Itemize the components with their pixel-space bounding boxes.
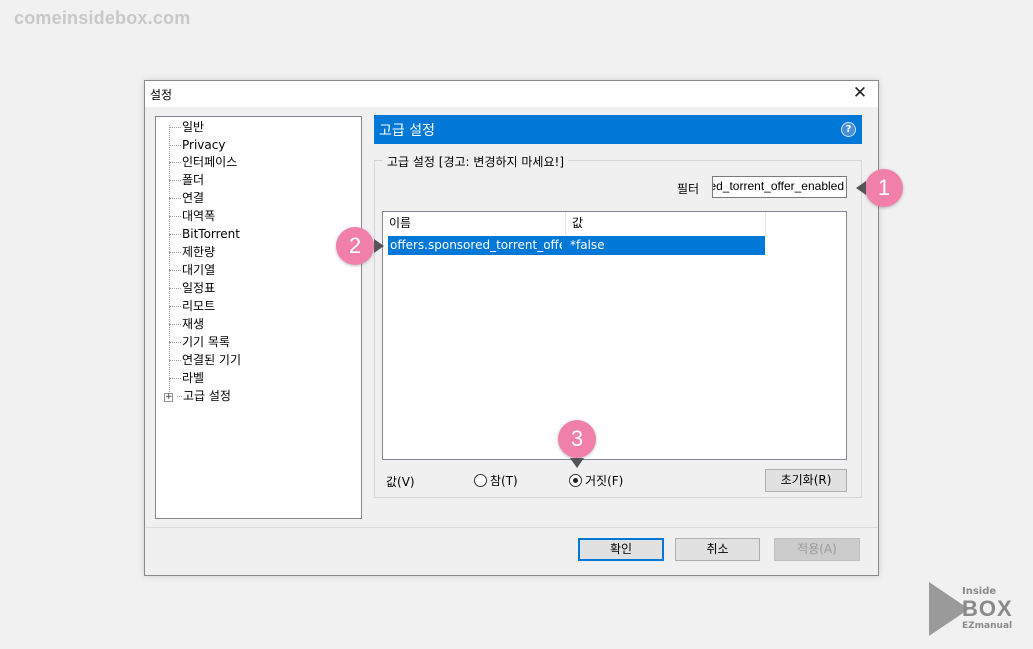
tree-connector [177, 396, 182, 397]
tree-item-label: 고급 설정 [183, 389, 231, 403]
cancel-button[interactable]: 취소 [675, 538, 760, 561]
tree-item-label: 대역폭 [182, 209, 216, 223]
badge-arrow [570, 458, 584, 468]
tree-item-paired-devices[interactable]: 연결된 기기 [169, 351, 241, 369]
insidebox-logo: Inside BOX EZmanual [929, 582, 1021, 637]
tree-connector [169, 288, 181, 289]
tree-item-queueing[interactable]: 대기열 [169, 261, 215, 279]
tree-item-general[interactable]: 일반 [169, 118, 204, 136]
apply-button[interactable]: 적용(A) [774, 538, 860, 561]
step-badge-3: 3 [558, 420, 596, 468]
tree-item-playback[interactable]: 재생 [169, 315, 204, 333]
reset-button[interactable]: 초기화(R) [765, 469, 847, 492]
filter-label: 필터 [677, 182, 700, 196]
step-badge-1: 1 [856, 169, 903, 207]
dialog-titlebar: 설정 ✕ [145, 81, 878, 107]
expand-plus-icon[interactable]: + [164, 393, 173, 402]
tree-connector [169, 270, 181, 271]
tree-item-labels[interactable]: 라벨 [169, 369, 204, 387]
tree-item-label: 연결된 기기 [182, 353, 242, 367]
column-header-name[interactable]: 이름 [383, 212, 566, 235]
tree-item-label: 연결 [182, 191, 205, 205]
badge-number: 2 [348, 233, 362, 258]
tree-item-device-list[interactable]: 기기 목록 [169, 333, 230, 351]
tree-item-label: 기기 목록 [182, 335, 230, 349]
site-watermark: comeinsidebox.com [14, 8, 191, 28]
row-name: offers.sponsored_torrent_offer... [390, 238, 562, 252]
tree-item-folders[interactable]: 폴더 [169, 171, 204, 189]
panel-title: 고급 설정 [379, 123, 435, 139]
tree-item-label: 재생 [182, 317, 205, 331]
tree-connector [169, 324, 181, 325]
tree-connector [169, 306, 181, 307]
tree-item-label: BitTorrent [182, 227, 240, 241]
tree-item-bandwidth[interactable]: 대역폭 [169, 207, 215, 225]
value-label: 값(V) [386, 475, 415, 489]
badge-arrow [374, 239, 384, 253]
tree-connector [169, 127, 181, 128]
tree-item-remote[interactable]: 리모트 [169, 297, 215, 315]
tree-item-label: 제한량 [182, 245, 216, 259]
column-header-value[interactable]: 값 [566, 212, 766, 235]
radio-circle-checked [569, 474, 582, 487]
tree-connector [169, 145, 181, 146]
tree-item-label: 일정표 [182, 281, 216, 295]
tree-item-label: 라벨 [182, 371, 205, 385]
tree-item-label: 인터페이스 [182, 155, 238, 169]
tree-connector [169, 234, 181, 235]
step-badge-2: 2 [336, 227, 384, 265]
radio-false-label: 거짓(F) [585, 474, 624, 488]
tree-connector [169, 216, 181, 217]
tree-item-label: 폴더 [182, 173, 205, 187]
badge-number: 3 [570, 426, 584, 451]
badge-arrow [856, 181, 866, 195]
radio-circle [474, 474, 487, 487]
tree-connector [169, 198, 181, 199]
help-icon[interactable]: ? [841, 122, 856, 137]
tree-item-label: 대기열 [182, 263, 216, 277]
tree-item-label: 리모트 [182, 299, 216, 313]
dialog-title: 설정 [150, 88, 173, 102]
tree-connector [169, 342, 181, 343]
table-row[interactable]: offers.sponsored_torrent_offer... *false [388, 236, 765, 255]
tree-connector [169, 162, 181, 163]
settings-tree[interactable]: 일반 Privacy 인터페이스 폴더 연결 대역폭 BitTorrent 제한… [155, 116, 362, 519]
tree-item-advanced[interactable]: 고급 설정 [177, 387, 231, 405]
logo-text-main: BOX [962, 596, 1013, 621]
settings-list[interactable]: 이름 값 offers.sponsored_torrent_offer... *… [382, 211, 847, 460]
row-value: *false [570, 238, 605, 252]
tree-item-transfer-cap[interactable]: 제한량 [169, 243, 215, 261]
group-label: 고급 설정 [경고: 변경하지 마세요!] [383, 153, 568, 170]
tree-item-bittorrent[interactable]: BitTorrent [169, 225, 240, 243]
tree-connector [169, 180, 181, 181]
filter-input[interactable]: offers.sponsored_torrent_offer_enabled [712, 176, 847, 198]
logo-text-bottom: EZmanual [962, 621, 1013, 631]
radio-true[interactable]: 참(T) [474, 472, 518, 489]
tree-connector [169, 360, 181, 361]
close-icon[interactable]: ✕ [850, 83, 870, 103]
radio-false[interactable]: 거짓(F) [569, 472, 623, 489]
tree-item-privacy[interactable]: Privacy [169, 136, 225, 154]
filter-value: offers.sponsored_torrent_offer_enabled [712, 179, 844, 193]
ok-button[interactable]: 확인 [578, 538, 664, 561]
tree-connector [169, 252, 181, 253]
tree-item-label: 일반 [182, 120, 205, 134]
tree-connector [169, 378, 181, 379]
badge-number: 1 [877, 175, 891, 200]
radio-true-label: 참(T) [490, 474, 518, 488]
tree-item-connection[interactable]: 연결 [169, 189, 204, 207]
dialog-separator [145, 527, 878, 528]
tree-item-scheduler[interactable]: 일정표 [169, 279, 215, 297]
tree-item-label: Privacy [182, 138, 226, 152]
tree-item-interface[interactable]: 인터페이스 [169, 153, 237, 171]
panel-header: 고급 설정 ? [374, 115, 862, 144]
